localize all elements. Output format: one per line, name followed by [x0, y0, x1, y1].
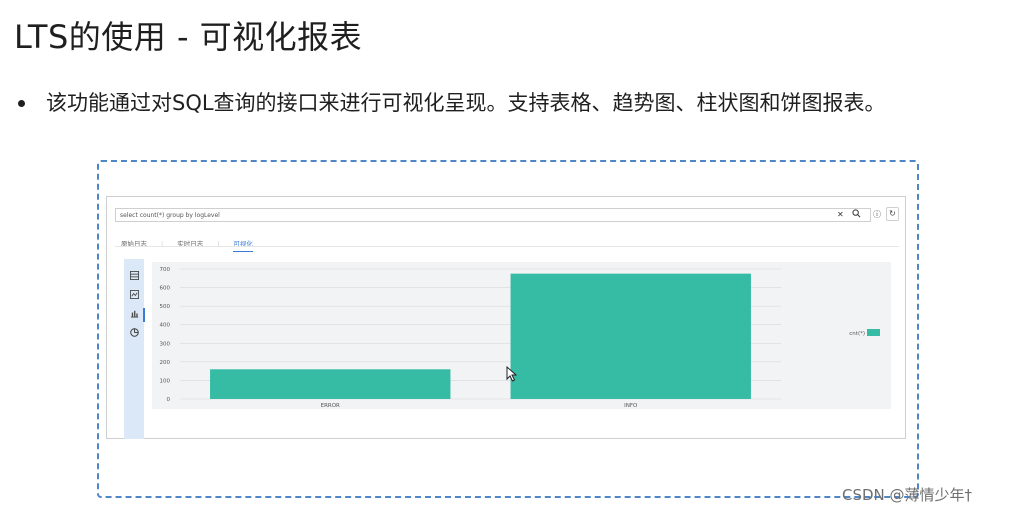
y-tick-label: 400: [160, 323, 171, 329]
tab-bar: 原始日志 | 实时日志 | 可视化: [121, 231, 267, 252]
bullet-item: 该功能通过对SQL查询的接口来进行可视化呈现。支持表格、趋势图、柱状图和饼图报表…: [16, 84, 1006, 122]
trend-chart-icon[interactable]: [129, 290, 139, 300]
y-tick-label: 500: [160, 304, 171, 310]
slide-title: LTS的使用 - 可视化报表: [14, 18, 363, 56]
tab-raw-logs[interactable]: 原始日志: [121, 238, 147, 251]
watermark: CSDN @薄情少年†: [842, 486, 973, 504]
bullet-dot: [18, 100, 25, 107]
tab-visualization[interactable]: 可视化: [233, 238, 253, 252]
y-tick-label: 300: [160, 341, 171, 347]
help-icon[interactable]: ⓘ: [873, 208, 881, 222]
mouse-cursor-icon: [506, 366, 518, 382]
close-icon[interactable]: ✕: [837, 210, 844, 219]
y-tick-label: 600: [160, 286, 171, 292]
bar-error: [210, 369, 451, 399]
tab-underline: [115, 246, 899, 247]
table-icon[interactable]: [129, 271, 139, 281]
bar-chart: 700 600 500 400 300 200 100 0 ERROR INFO cnt(*): [160, 267, 880, 409]
bar-chart-panel: 700 600 500 400 300 200 100 0 ERROR INFO cnt(*): [152, 262, 891, 409]
legend-swatch: [867, 329, 880, 336]
pie-chart-icon[interactable]: [129, 328, 139, 338]
y-tick-label: 200: [160, 360, 171, 366]
active-indicator: [143, 308, 145, 322]
x-tick-label: INFO: [624, 403, 638, 409]
sql-query-input[interactable]: [115, 208, 871, 222]
bullet-text: 该功能通过对SQL查询的接口来进行可视化呈现。支持表格、趋势图、柱状图和饼图报表…: [46, 91, 886, 115]
tab-realtime-logs[interactable]: 实时日志: [177, 238, 203, 251]
visualization-console: ✕ ⓘ ↻ 原始日志|实时日志|可视化 700 600 500 400 300 200 10…: [106, 196, 906, 439]
search-actions: ✕: [837, 208, 861, 222]
search-icon[interactable]: [852, 209, 861, 219]
x-tick-label: ERROR: [321, 403, 340, 409]
bar-info: [510, 273, 751, 399]
refresh-icon[interactable]: ↻: [886, 207, 899, 221]
bar-chart-icon[interactable]: [129, 309, 139, 319]
y-tick-label: 700: [160, 267, 171, 273]
legend-label: cnt(*): [849, 331, 865, 337]
y-tick-label: 0: [167, 397, 171, 403]
chart-type-rail: [124, 259, 145, 439]
y-tick-label: 100: [160, 378, 171, 384]
